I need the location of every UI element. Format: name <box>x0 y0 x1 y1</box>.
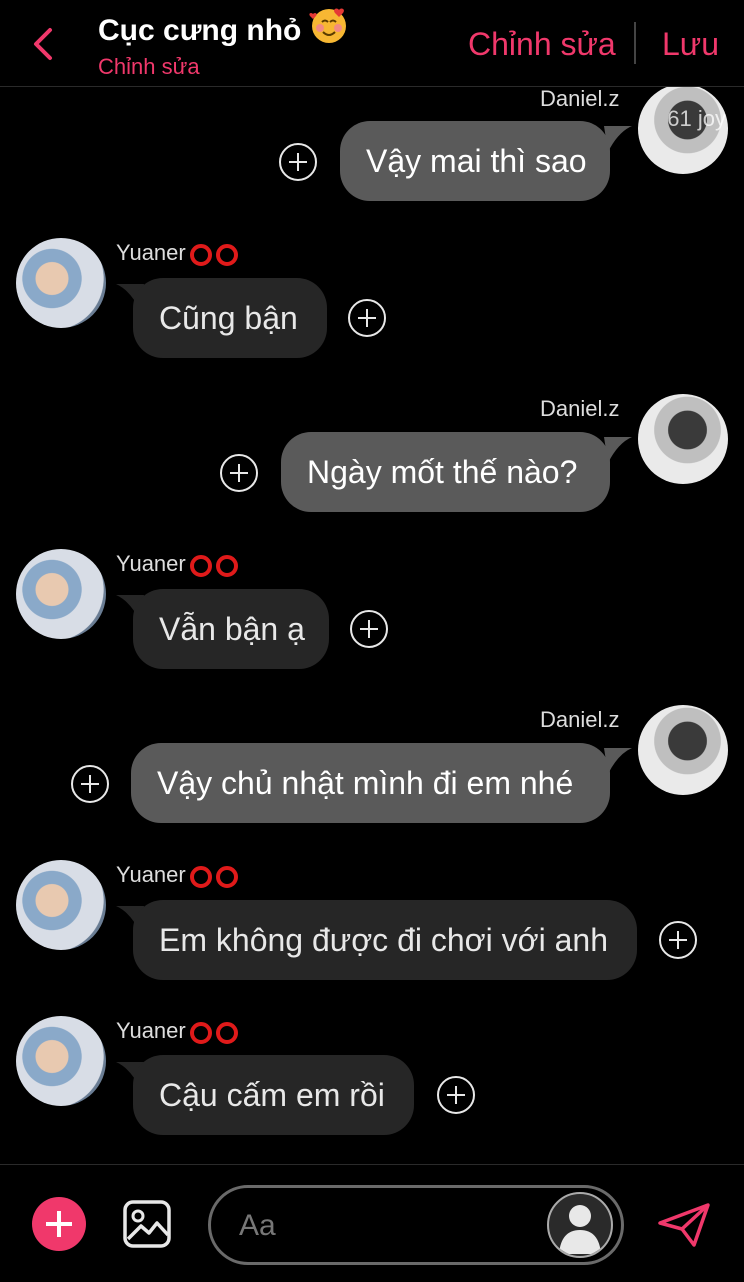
send-icon[interactable] <box>656 1201 712 1249</box>
message-bubble[interactable]: Em không được đi chơi với anh <box>133 900 637 980</box>
sender-name: Yuaner <box>116 240 238 266</box>
avatar[interactable]: 61 joy <box>638 84 728 174</box>
red-circle-icon <box>215 1022 238 1044</box>
sender-name: Yuaner <box>116 862 238 888</box>
plus-icon[interactable] <box>279 143 317 181</box>
red-circle-icon <box>215 866 238 888</box>
sender-name-text: Yuaner <box>116 551 186 576</box>
plus-icon[interactable] <box>220 454 258 492</box>
red-circle-icon <box>215 555 238 577</box>
message-bubble[interactable]: Cũng bận <box>133 278 327 358</box>
red-circle-icon <box>189 244 212 266</box>
red-circle-icon <box>189 866 212 888</box>
plus-icon[interactable] <box>71 765 109 803</box>
message-bubble[interactable]: Vẫn bận ạ <box>133 589 329 669</box>
avatar[interactable] <box>638 705 728 795</box>
chat-subtitle[interactable]: Chỉnh sửa <box>98 54 200 80</box>
sender-name-text: Yuaner <box>116 1018 186 1043</box>
chat-title: Cục cưng nhỏ <box>98 6 349 48</box>
plus-icon[interactable] <box>437 1076 475 1114</box>
sender-name: Daniel.z <box>540 86 620 111</box>
message-bubble[interactable]: Ngày mốt thế nào? <box>281 432 610 512</box>
message-bubble[interactable]: Vậy chủ nhật mình đi em nhé <box>131 743 610 823</box>
avatar[interactable] <box>638 394 728 484</box>
avatar[interactable] <box>16 549 106 639</box>
plus-icon[interactable] <box>348 299 386 337</box>
avatar-watermark: 61 joy <box>667 106 726 131</box>
smiling-face-with-hearts-icon <box>309 8 347 43</box>
chat-header: Cục cưng nhỏ Chỉnh sửa Chỉnh sửa Lưu <box>0 0 744 87</box>
bubble-tail <box>604 126 632 152</box>
sender-name: Daniel.z <box>540 396 620 421</box>
composer-bar <box>0 1164 744 1282</box>
red-circle-icon <box>189 555 212 577</box>
plus-icon[interactable] <box>350 610 388 648</box>
avatar[interactable] <box>16 860 106 950</box>
sender-name: Daniel.z <box>540 707 620 732</box>
avatar[interactable] <box>16 238 106 328</box>
message-bubble[interactable]: Vậy mai thì sao <box>340 121 610 201</box>
person-silhouette-icon <box>559 1205 601 1254</box>
sender-name-text: Yuaner <box>116 240 186 265</box>
add-button[interactable] <box>32 1197 86 1251</box>
sender-name: Yuaner <box>116 1018 238 1044</box>
image-icon[interactable] <box>122 1199 172 1249</box>
bubble-tail <box>604 748 632 774</box>
chat-title-text: Cục cưng nhỏ <box>98 14 302 47</box>
red-circle-icon <box>189 1022 212 1044</box>
avatar[interactable] <box>547 1192 613 1258</box>
back-chevron-icon[interactable] <box>28 24 60 64</box>
message-bubble[interactable]: Cậu cấm em rồi <box>133 1055 414 1135</box>
bubble-tail <box>604 437 632 463</box>
message-input[interactable] <box>237 1202 541 1250</box>
header-divider <box>634 22 636 64</box>
avatar[interactable] <box>16 1016 106 1106</box>
edit-button[interactable]: Chỉnh sửa <box>468 26 616 63</box>
message-input-container <box>208 1185 624 1265</box>
sender-name: Yuaner <box>116 551 238 577</box>
save-button[interactable]: Lưu <box>662 26 719 63</box>
sender-name-text: Yuaner <box>116 862 186 887</box>
red-circle-icon <box>215 244 238 266</box>
plus-icon[interactable] <box>659 921 697 959</box>
